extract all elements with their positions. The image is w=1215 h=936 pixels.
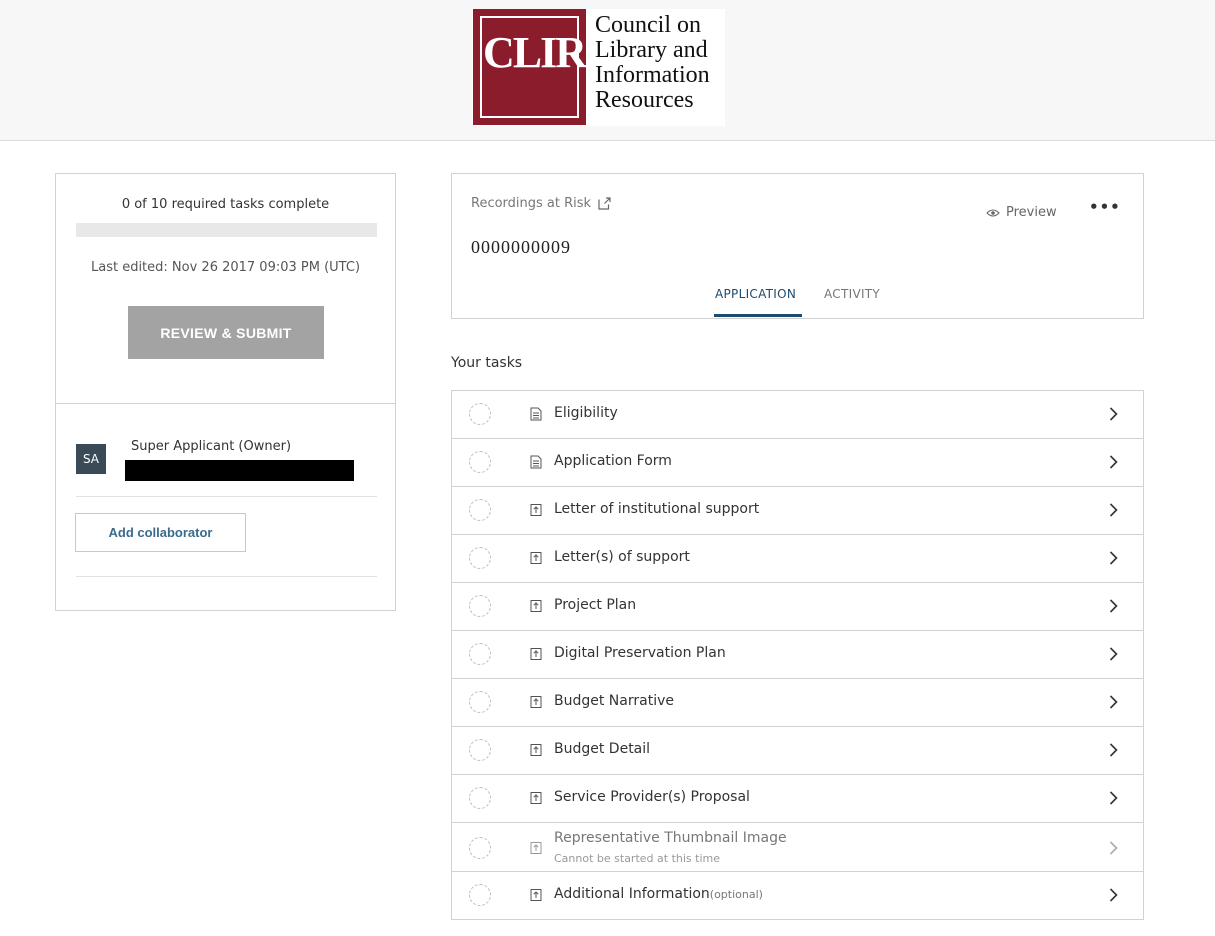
chevron-right-icon	[1109, 647, 1118, 661]
task-additional-information[interactable]: Additional Information(optional)	[452, 872, 1143, 920]
upload-icon	[530, 600, 542, 612]
task-name: Eligibility	[554, 405, 618, 421]
task-budget-narrative[interactable]: Budget Narrative	[452, 679, 1143, 727]
task-name: Representative Thumbnail Image	[554, 830, 787, 846]
chevron-right-icon	[1109, 503, 1118, 517]
logo-line: Resources	[595, 87, 694, 113]
review-submit-button[interactable]: REVIEW & SUBMIT	[128, 306, 324, 359]
add-collaborator-button[interactable]: Add collaborator	[75, 513, 246, 552]
task-name: Letter of institutional support	[554, 501, 760, 517]
eye-icon	[986, 208, 1000, 217]
logo-line: Library and	[595, 37, 708, 63]
chevron-right-icon	[1109, 743, 1118, 757]
preview-label: Preview	[1006, 205, 1057, 220]
application-id: 0000000009	[471, 237, 571, 257]
logo-line: Council on	[595, 12, 701, 38]
chevron-right-icon	[1109, 551, 1118, 565]
task-status-icon	[469, 403, 491, 425]
task-name: Letter(s) of support	[554, 549, 690, 565]
task-status-icon	[469, 451, 491, 473]
clir-logo[interactable]: CLIR Council on Library and Information …	[472, 9, 725, 126]
task-name-text: Additional Information	[554, 886, 710, 902]
form-icon	[530, 455, 542, 469]
task-representative-thumbnail: Representative Thumbnail Image Cannot be…	[452, 823, 1143, 872]
task-status-icon	[469, 787, 491, 809]
divider	[76, 576, 377, 577]
avatar: SA	[76, 444, 106, 474]
chevron-right-icon	[1109, 888, 1118, 902]
collaborator-name: Super Applicant (Owner)	[131, 439, 292, 454]
task-name: Digital Preservation Plan	[554, 645, 726, 661]
task-name: Project Plan	[554, 597, 637, 613]
chevron-right-icon	[1109, 695, 1118, 709]
upload-icon	[530, 792, 542, 804]
task-letter-institutional-support[interactable]: Letter of institutional support	[452, 487, 1143, 535]
application-card: Recordings at Risk 0000000009 Preview ••…	[451, 173, 1144, 319]
status-summary: 0 of 10 required tasks complete Last edi…	[56, 174, 395, 404]
chevron-right-icon	[1109, 407, 1118, 421]
tab-application[interactable]: APPLICATION	[715, 287, 796, 301]
upload-icon	[530, 552, 542, 564]
task-status-icon	[469, 691, 491, 713]
logo-letters: CLIR	[483, 28, 587, 77]
task-eligibility[interactable]: Eligibility	[452, 391, 1143, 439]
program-name: Recordings at Risk	[471, 196, 592, 211]
task-project-plan[interactable]: Project Plan	[452, 583, 1143, 631]
task-status-icon	[469, 499, 491, 521]
tasks-heading: Your tasks	[451, 355, 523, 371]
task-letters-of-support[interactable]: Letter(s) of support	[452, 535, 1143, 583]
task-status-icon	[469, 739, 491, 761]
task-name: Additional Information(optional)	[554, 886, 763, 902]
task-status-icon	[469, 595, 491, 617]
chevron-right-icon	[1109, 841, 1118, 855]
task-name: Budget Narrative	[554, 693, 674, 709]
upload-icon	[530, 648, 542, 660]
last-edited-text: Last edited: Nov 26 2017 09:03 PM (UTC)	[90, 260, 361, 275]
task-status-icon	[469, 643, 491, 665]
logo-line: Information	[595, 62, 710, 88]
chevron-right-icon	[1109, 455, 1118, 469]
form-icon	[530, 407, 542, 421]
upload-icon	[530, 842, 542, 854]
task-digital-preservation-plan[interactable]: Digital Preservation Plan	[452, 631, 1143, 679]
collaborator-row: SA Super Applicant (Owner)	[76, 428, 377, 497]
chevron-right-icon	[1109, 599, 1118, 613]
task-name: Application Form	[554, 453, 672, 469]
task-name: Service Provider(s) Proposal	[554, 789, 750, 805]
upload-icon	[530, 744, 542, 756]
logo-wordmark: Council on Library and Information Resou…	[595, 13, 723, 113]
program-link[interactable]: Recordings at Risk	[471, 196, 611, 211]
preview-button[interactable]: Preview	[986, 205, 1057, 220]
submission-status-card: 0 of 10 required tasks complete Last edi…	[55, 173, 396, 611]
tab-activity[interactable]: ACTIVITY	[824, 287, 880, 301]
redacted-email	[125, 460, 354, 481]
task-name: Budget Detail	[554, 741, 651, 757]
upload-icon	[530, 696, 542, 708]
task-status-note: Cannot be started at this time	[554, 852, 720, 865]
chevron-right-icon	[1109, 791, 1118, 805]
external-link-icon	[598, 197, 611, 210]
task-status-icon	[469, 837, 491, 859]
optional-label: (optional)	[709, 888, 763, 901]
upload-icon	[530, 889, 542, 901]
task-budget-detail[interactable]: Budget Detail	[452, 727, 1143, 775]
task-status-icon	[469, 884, 491, 906]
active-tab-indicator	[714, 314, 802, 317]
page-header: CLIR Council on Library and Information …	[0, 0, 1215, 141]
tasks-complete-text: 0 of 10 required tasks complete	[121, 197, 330, 212]
task-service-provider-proposal[interactable]: Service Provider(s) Proposal	[452, 775, 1143, 823]
more-options-button[interactable]: •••	[1089, 198, 1121, 216]
task-status-icon	[469, 547, 491, 569]
progress-bar	[76, 223, 377, 237]
task-list: Eligibility Application Form Letter of i…	[451, 390, 1144, 920]
clir-logo-mark: CLIR	[473, 9, 587, 125]
upload-icon	[530, 504, 542, 516]
task-application-form[interactable]: Application Form	[452, 439, 1143, 487]
